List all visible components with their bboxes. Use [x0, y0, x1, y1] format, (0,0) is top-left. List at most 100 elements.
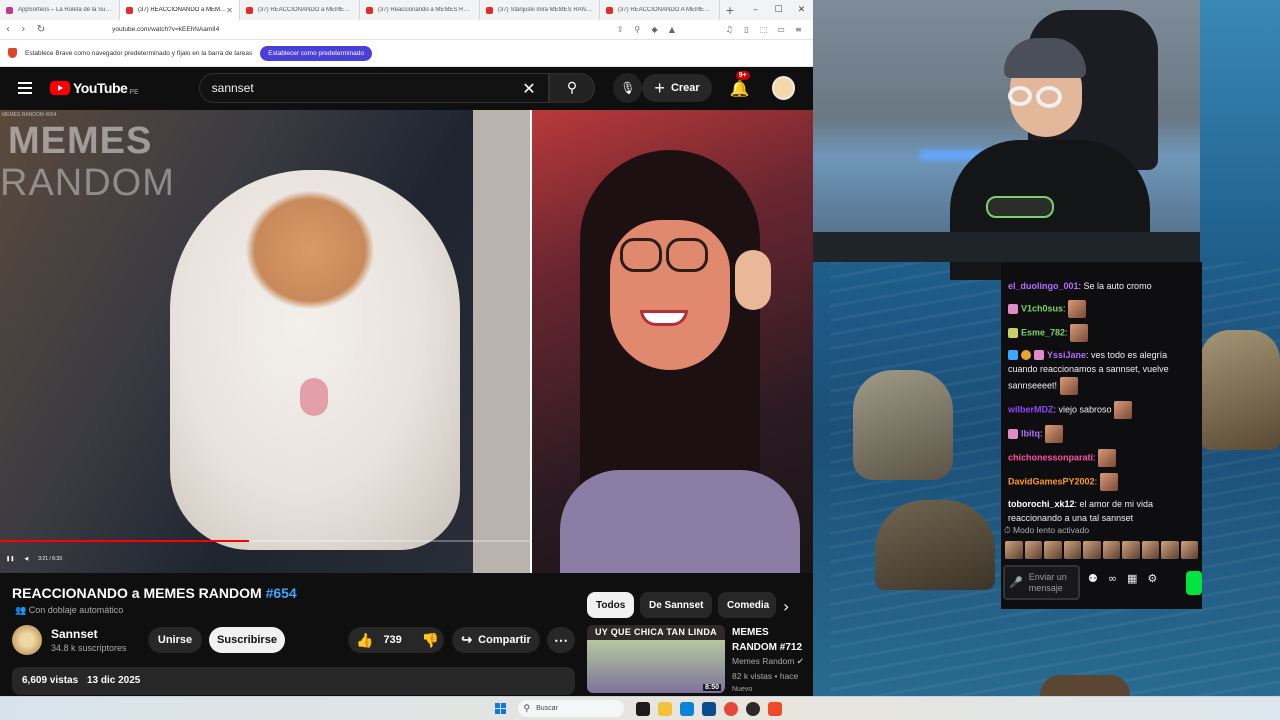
chrome-icon[interactable] — [723, 701, 738, 716]
emote-icon[interactable] — [1102, 541, 1120, 559]
chat-username[interactable]: chichonessonparati — [1008, 452, 1093, 462]
search-icon: ⚲ — [566, 80, 578, 96]
clear-search-icon[interactable]: ✕ — [522, 79, 535, 98]
recommended-title[interactable]: MEMES RANDOM #712 — [732, 625, 812, 655]
search-input[interactable]: sannset ✕ — [198, 73, 549, 103]
browser-tab[interactable]: AppSorteos – La Ruleta de la Suerte — [0, 0, 120, 20]
set-default-button[interactable]: Establecer como predeterminado — [260, 45, 373, 61]
account-avatar[interactable] — [771, 76, 796, 100]
edge-icon[interactable] — [679, 701, 694, 716]
chat-username[interactable]: el_duolingo_001 — [1008, 281, 1079, 291]
chat-send-button[interactable] — [1186, 571, 1202, 595]
channel-avatar[interactable] — [12, 625, 42, 655]
slow-mode-text: Modo lento activado — [1013, 525, 1090, 535]
emote-icon[interactable] — [1141, 541, 1159, 559]
join-button[interactable]: Unirse — [148, 627, 202, 653]
chat-username[interactable]: Esme_782 — [1021, 327, 1065, 337]
extensions-icon[interactable]: ⬚ — [755, 25, 772, 34]
hamburger-menu-icon[interactable] — [18, 82, 32, 94]
browser-tab[interactable]: (37) REACCIONANDO A MEMES RANDOM — [600, 0, 720, 20]
title-hashtag[interactable]: #654 — [266, 585, 297, 601]
share-icon[interactable]: ⇪ — [611, 25, 628, 34]
thumbs-down-icon[interactable]: 👎 — [422, 632, 439, 649]
browser-tab[interactable]: (37) REACCIONANDO a MEMES RANDOM — [240, 0, 360, 20]
infinity-icon[interactable]: ∞ — [1108, 572, 1117, 585]
emote-icon[interactable] — [1122, 541, 1140, 559]
description-box[interactable]: 6,609 vistas 13 dic 2025 — [12, 667, 575, 695]
reload-icon[interactable]: ↻ — [37, 24, 52, 35]
chat-input[interactable]: 🎤 Enviar un mensaje — [1003, 565, 1080, 600]
youtube-favicon-icon — [366, 6, 373, 14]
menu-icon[interactable]: ≡ — [790, 25, 807, 34]
file-explorer-icon[interactable] — [657, 701, 672, 716]
microphone-icon[interactable]: 🎤 — [1009, 576, 1023, 589]
back-icon[interactable]: ‹ — [6, 24, 21, 35]
chat-username[interactable]: YssiJane — [1047, 350, 1086, 360]
url-text: youtube.com/watch?v=kEEhNAamlI4 — [112, 26, 220, 33]
obs-icon[interactable] — [745, 701, 760, 716]
chat-username[interactable]: V1ch0sus — [1021, 303, 1063, 313]
new-tab-button[interactable]: + — [720, 4, 740, 17]
share-button[interactable]: ↪ Compartir — [452, 627, 540, 653]
chevron-right-icon[interactable]: › — [783, 597, 789, 616]
chat-username[interactable]: toborochi_xk12 — [1008, 499, 1075, 509]
emote-icon[interactable] — [1180, 541, 1198, 559]
playlist-icon[interactable]: ♫ — [721, 25, 738, 34]
taskbar-search[interactable]: ⚲ Buscar — [517, 700, 624, 717]
chat-username[interactable]: DavidGamesPY2002 — [1008, 476, 1095, 486]
url-field[interactable]: youtube.com/watch?v=kEEhNAamlI4 — [112, 23, 611, 37]
channel-name[interactable]: Sannset — [51, 627, 98, 641]
thumbs-up-icon[interactable]: 👍 — [356, 632, 373, 649]
slow-mode-notice: ⏱ Modo lento activado — [1001, 525, 1202, 536]
rock-image — [853, 370, 953, 480]
minimize-icon[interactable]: – — [744, 5, 767, 15]
chat-username[interactable]: lbitq — [1021, 428, 1040, 438]
chip-all[interactable]: Todos — [587, 592, 635, 618]
emote-icon[interactable] — [1005, 541, 1023, 559]
emote-icon[interactable] — [1161, 541, 1179, 559]
video-player[interactable]: MEMES RANDOM #654 MEMES RANDOM ❚❚ ◀ 3:21… — [0, 110, 813, 573]
volume-icon[interactable]: ◀ — [24, 556, 28, 562]
sub-badge-icon — [1008, 327, 1018, 338]
notifications-button[interactable]: 🔔 9+ — [730, 70, 750, 98]
chip-comedy[interactable]: Comedia — [718, 592, 776, 618]
settings-gear-icon[interactable]: ⚙ — [1147, 572, 1157, 585]
zoom-icon[interactable]: ⚲ — [629, 25, 646, 34]
youtube-logo[interactable]: YouTube PE — [50, 80, 139, 96]
player-controls: ❚❚ ◀ 3:21 / 6:33 — [0, 550, 530, 568]
close-window-icon[interactable]: ✕ — [790, 5, 813, 15]
recommended-thumbnail[interactable]: UY QUE CHICA TAN LINDA 8:50 — [587, 625, 725, 693]
close-tab-icon[interactable]: ✕ — [226, 6, 233, 15]
rewards-icon[interactable]: ▲ — [663, 25, 680, 34]
chip-from-channel[interactable]: De Sannset — [640, 592, 713, 618]
like-dislike-button[interactable]: 👍 739 👎 — [348, 627, 444, 653]
browser-tab[interactable]: (37) Stanjuski mira MEMES RANDOM — [480, 0, 600, 20]
windows-start-icon[interactable] — [494, 703, 506, 714]
forward-icon[interactable]: › — [21, 24, 36, 35]
video-progress-bar[interactable] — [0, 540, 530, 542]
search-button[interactable]: ⚲ — [548, 73, 596, 103]
subscribe-button[interactable]: Suscribirse — [209, 627, 285, 653]
create-button[interactable]: + Crear — [642, 74, 712, 102]
photoshop-icon[interactable] — [701, 701, 716, 716]
voice-search-button[interactable]: 🎙 — [613, 73, 643, 103]
emote-icon[interactable] — [1044, 541, 1062, 559]
more-actions-icon[interactable]: ⋯ — [547, 627, 575, 653]
chat-username[interactable]: wilberMDZ — [1008, 404, 1054, 414]
emote-icon[interactable] — [1083, 541, 1101, 559]
browser-tab[interactable]: (37) Reaccionando a MEMES RANDOM — [360, 0, 480, 20]
task-view-icon[interactable] — [635, 701, 650, 716]
pause-icon[interactable]: ❚❚ — [6, 556, 14, 562]
sidebar-icon[interactable]: ▯ — [738, 25, 755, 34]
channel-points-icon[interactable]: ⚉ — [1088, 572, 1098, 585]
emote-icon[interactable] — [1063, 541, 1081, 559]
tab-title: (37) REACCIONANDO a MEMES RANDOM — [258, 7, 353, 13]
chat-text: : ves todo es alegría cuando reaccionamo… — [1008, 349, 1169, 390]
store-icon[interactable]: ▦ — [1127, 572, 1137, 585]
brave-shield-icon[interactable]: ◆ — [646, 25, 663, 34]
emote-icon[interactable] — [1024, 541, 1042, 559]
wallet-icon[interactable]: ▭ — [772, 25, 789, 34]
browser-tab-active[interactable]: (37) REACCIONANDO a MEMES R ✕ — [120, 0, 240, 20]
brave-icon[interactable] — [767, 701, 782, 716]
maximize-icon[interactable]: ☐ — [767, 5, 790, 15]
